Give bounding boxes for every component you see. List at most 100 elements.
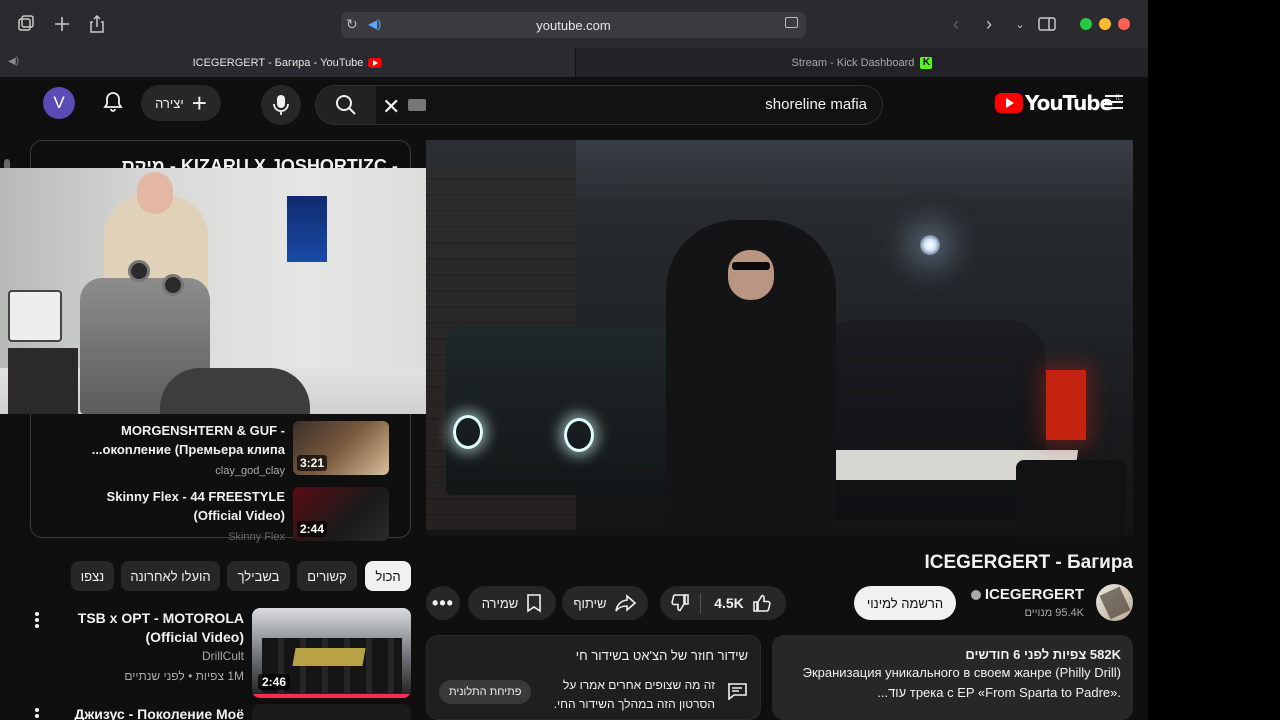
thumbs-down-icon	[671, 594, 689, 612]
tab-bar: ◀) ICEGERGERT - Багира - YouTube Stream …	[0, 48, 1148, 77]
menu-icon[interactable]	[1105, 95, 1123, 109]
channel-avatar[interactable]	[1096, 584, 1133, 621]
youtube-favicon-icon	[368, 57, 383, 68]
close-window-button[interactable]	[1118, 18, 1130, 30]
thumbs-up-icon	[752, 594, 771, 612]
wall-poster	[287, 196, 327, 262]
search-input[interactable]: shoreline mafia	[765, 96, 867, 113]
verified-icon	[970, 590, 981, 601]
reader-icon[interactable]	[785, 17, 798, 28]
webcam-overlay	[0, 168, 440, 414]
playlist-item-channel: Skinny Flex	[228, 531, 285, 543]
playlist-item[interactable]: 2:44 Skinny Flex - 44 FREESTYLE (Officia…	[31, 487, 411, 547]
video-player[interactable]	[426, 140, 1133, 537]
subscriber-count: 95.4K מנויים	[1024, 607, 1084, 619]
notifications-bell-icon[interactable]	[101, 90, 127, 116]
create-label: יצירה	[155, 95, 184, 111]
share-arrow-icon	[614, 594, 636, 612]
chip-for-you[interactable]: בשבילך	[227, 561, 290, 591]
search-box[interactable]: ✕ shoreline mafia	[315, 85, 883, 125]
save-button[interactable]: שמירה	[468, 586, 556, 620]
view-count-date: 582K צפיות לפני 6 חודשים	[965, 647, 1121, 662]
recommendation-meta: 1M צפיות • לפני שנתיים	[124, 669, 244, 683]
chip-all[interactable]: הכול	[365, 561, 411, 591]
search-button[interactable]	[316, 86, 376, 124]
tab-label: Stream - Kick Dashboard	[791, 56, 915, 69]
duration-badge: 2:46	[258, 674, 291, 690]
youtube-logo[interactable]: YouTube IL	[995, 91, 1122, 115]
more-options-icon[interactable]	[35, 612, 39, 630]
split-view-icon[interactable]	[1035, 12, 1059, 36]
recommendation-channel[interactable]: DrillCult	[60, 649, 244, 663]
audio-playing-icon[interactable]: ◀)	[368, 17, 381, 31]
share-label: שיתוף	[573, 595, 607, 611]
playlist-item-title[interactable]: Skinny Flex - 44 FREESTYLE (Official Vid…	[55, 487, 285, 525]
description-box[interactable]: 582K צפיות לפני 6 חודשים Экранизация уни…	[772, 635, 1133, 720]
playlist-item-channel: clay_god_clay	[215, 465, 285, 477]
browser-toolbar: ↻ ◀) youtube.com ‹ › ⌄	[0, 0, 1148, 48]
chevron-down-icon[interactable]: ⌄	[1008, 12, 1032, 36]
forward-icon[interactable]: ›	[977, 12, 1001, 36]
save-label: שמירה	[481, 595, 519, 611]
reload-icon[interactable]: ↻	[346, 16, 358, 33]
clear-search-icon[interactable]: ✕	[382, 94, 400, 120]
playlist-thumbnail[interactable]: 3:21	[293, 421, 389, 475]
minimize-button[interactable]	[1099, 18, 1111, 30]
tab-label: ICEGERGERT - Багира - YouTube	[192, 56, 364, 69]
tab-youtube[interactable]: ◀) ICEGERGERT - Багира - YouTube	[0, 48, 575, 77]
bookmark-icon	[527, 594, 542, 613]
duration-badge: 2:44	[297, 521, 328, 537]
duration-badge: 3:21	[297, 455, 328, 471]
watch-progress-bar	[252, 694, 411, 698]
url-text: youtube.com	[536, 17, 611, 33]
youtube-header: V יצירה + ✕ shoreline mafia YouTube IL	[0, 77, 1148, 129]
subscribe-button[interactable]: הרשמה למינוי	[854, 586, 956, 620]
sidebar-toggle-icon[interactable]	[14, 12, 38, 36]
voice-search-button[interactable]	[261, 85, 301, 125]
description-line-2: ...עוד трека с EP «From Sparta to Padre»…	[877, 685, 1121, 700]
share-icon[interactable]	[85, 12, 109, 36]
recommendation-thumbnail[interactable]: 2:46	[252, 608, 411, 698]
logo-text: YouTube	[1025, 91, 1113, 115]
speaker-icon[interactable]: ◀)	[8, 56, 19, 67]
kick-favicon-icon: K	[920, 56, 933, 69]
live-chat-replay-box: שידור חוזר של הצ'אט בשידור חי זה מה שצופ…	[426, 635, 761, 720]
more-actions-button[interactable]: •••	[426, 586, 460, 620]
chip-recently-uploaded[interactable]: הועלו לאחרונה	[121, 561, 220, 591]
playlist-item-title[interactable]: MORGENSHTERN & GUF - окоnление (Премьера…	[55, 421, 285, 459]
playlist-item[interactable]: 3:21 MORGENSHTERN & GUF - окоnление (Пре…	[31, 421, 411, 481]
open-panel-button[interactable]: פתיחת התלונית	[439, 680, 532, 704]
recommendation-title[interactable]: TSB x OPT - MOTOROLA (Official Video)	[60, 609, 244, 647]
back-icon[interactable]: ‹	[944, 12, 968, 36]
address-bar[interactable]: ↻ ◀) youtube.com	[341, 12, 806, 38]
search-icon	[336, 95, 356, 115]
desktop-background	[1148, 0, 1280, 720]
youtube-play-icon	[995, 93, 1023, 113]
more-options-icon[interactable]	[35, 708, 39, 720]
browser-window: ↻ ◀) youtube.com ‹ › ⌄ ◀) ICEGERGERT - Б…	[0, 0, 1148, 720]
recommendation-title[interactable]: Джизус - Поколение Моё	[60, 706, 244, 720]
like-dislike-group: 4.5K	[660, 586, 786, 620]
plus-icon: +	[191, 88, 207, 118]
like-button[interactable]: 4.5K	[700, 586, 786, 620]
share-button[interactable]: שיתוף	[562, 586, 648, 620]
maximize-button[interactable]	[1080, 18, 1092, 30]
channel-name[interactable]: ICEGERGERT	[960, 586, 1084, 603]
description-line-1: Экранизация уникального в своем жанре (P…	[802, 665, 1121, 680]
playlist-thumbnail[interactable]: 2:44	[293, 487, 389, 541]
dislike-button[interactable]	[660, 586, 700, 620]
video-title: ICEGERGERT - Багира	[924, 552, 1134, 573]
chat-replay-description: זה מה שצופים אחרים אמרו על הסרטון הזה במ…	[553, 678, 715, 711]
mic-icon	[273, 95, 289, 115]
chat-replay-heading: שידור חוזר של הצ'אט בשידור חי	[575, 648, 748, 663]
tab-kick[interactable]: Stream - Kick Dashboard K	[575, 48, 1148, 77]
new-tab-icon[interactable]	[50, 12, 74, 36]
chat-bubble-icon	[726, 682, 748, 701]
like-count: 4.5K	[714, 595, 744, 611]
account-avatar[interactable]: V	[43, 87, 75, 119]
create-button[interactable]: יצירה +	[141, 85, 221, 121]
chip-watched[interactable]: נצפו	[71, 561, 114, 591]
keyboard-icon[interactable]	[408, 99, 426, 111]
chip-related[interactable]: קשורים	[297, 561, 357, 591]
recommendation-thumbnail[interactable]	[252, 704, 411, 720]
